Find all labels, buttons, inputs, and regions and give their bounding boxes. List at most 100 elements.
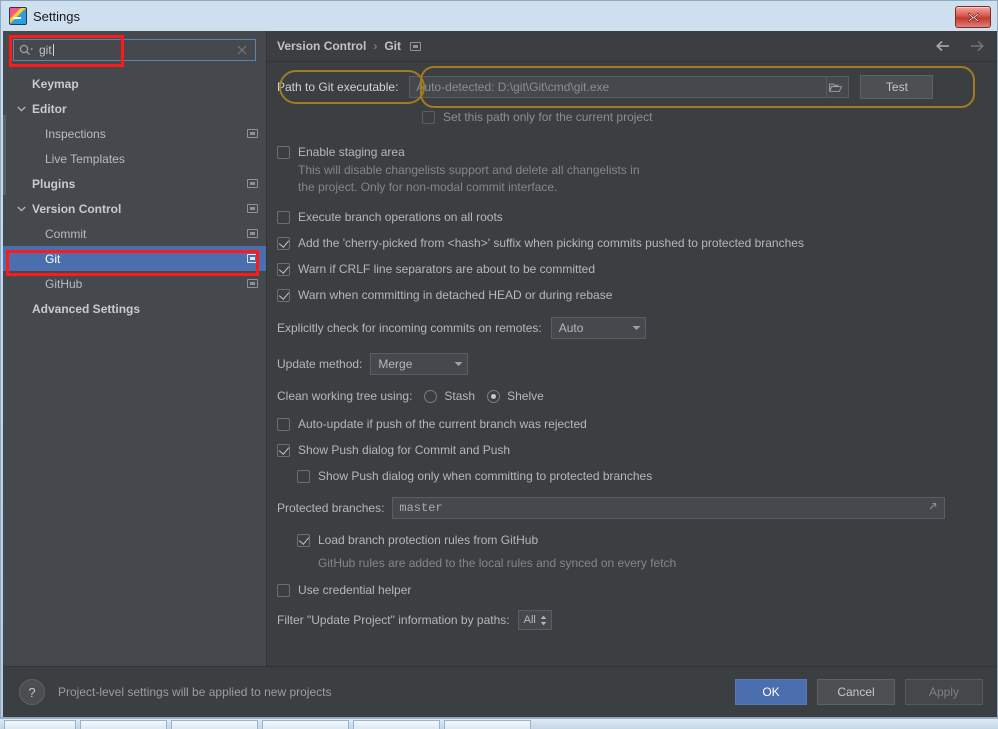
arrow-right-icon[interactable]: [969, 39, 985, 53]
use-credential-helper-checkbox[interactable]: [277, 584, 290, 597]
clean-working-tree-label: Clean working tree using:: [277, 389, 413, 403]
app-icon: [9, 7, 27, 25]
dialog-main: git Keymap Editor Inspections Live Template…: [3, 31, 997, 666]
execute-branch-ops-row: Execute branch operations on all roots: [277, 210, 983, 224]
sidebar-item-version-control[interactable]: Version Control: [3, 196, 266, 221]
update-method-select[interactable]: Merge: [370, 353, 469, 375]
sidebar-item-keymap[interactable]: Keymap: [3, 71, 266, 96]
sidebar-item-label: Keymap: [32, 76, 79, 91]
warn-crlf-checkbox[interactable]: [277, 263, 290, 276]
set-path-only-checkbox[interactable]: [422, 111, 435, 124]
filter-update-project-row: Filter "Update Project" information by p…: [277, 610, 983, 630]
enable-staging-help-line2: the project. Only for non-modal commit i…: [298, 180, 558, 194]
sidebar-item-label: GitHub: [45, 276, 83, 291]
search-container: git: [3, 31, 266, 67]
window-title: Settings: [33, 8, 80, 24]
auto-update-rejected-checkbox[interactable]: [277, 418, 290, 431]
sidebar-item-label: Live Templates: [45, 151, 125, 166]
arrow-left-icon[interactable]: [935, 39, 951, 53]
filter-update-project-select[interactable]: All: [517, 610, 552, 630]
sidebar-scrollbar[interactable]: [3, 115, 6, 195]
warn-detached-head-row: Warn when committing in detached HEAD or…: [277, 288, 983, 302]
path-to-git-placeholder: Auto-detected: D:\git\Git\cmd\git.exe: [416, 80, 610, 94]
warn-detached-head-label: Warn when committing in detached HEAD or…: [298, 288, 613, 302]
chevron-down-icon: [442, 361, 463, 367]
clear-icon[interactable]: [235, 43, 249, 57]
chevron-down-icon[interactable]: [15, 106, 28, 112]
show-push-dialog-protected-label: Show Push dialog only when committing to…: [318, 469, 653, 483]
chevron-down-icon[interactable]: [15, 206, 28, 212]
incoming-commits-select[interactable]: Auto: [550, 317, 646, 339]
load-branch-protection-checkbox[interactable]: [297, 534, 310, 547]
nav-arrows: [935, 39, 985, 53]
sidebar-item-inspections[interactable]: Inspections: [3, 121, 266, 146]
settings-sidebar: git Keymap Editor Inspections Live Template…: [3, 31, 267, 666]
sidebar-item-advanced-settings[interactable]: Advanced Settings: [3, 296, 266, 321]
clean-working-tree-radio-shelve[interactable]: [487, 389, 501, 403]
show-push-dialog-protected-checkbox[interactable]: [297, 470, 310, 483]
show-push-dialog-checkbox[interactable]: [277, 444, 290, 457]
filter-update-project-label: Filter "Update Project" information by p…: [277, 613, 510, 627]
text-caret: [52, 44, 54, 56]
sidebar-item-commit[interactable]: Commit: [3, 221, 266, 246]
enable-staging-label: Enable staging area: [298, 145, 405, 159]
help-button[interactable]: ?: [19, 679, 45, 705]
show-push-dialog-protected-row: Show Push dialog only when committing to…: [297, 469, 983, 483]
sidebar-item-git[interactable]: Git: [3, 246, 266, 271]
search-box[interactable]: git: [13, 39, 256, 61]
sidebar-item-github[interactable]: GitHub: [3, 271, 266, 296]
expand-icon[interactable]: [927, 501, 938, 516]
test-button[interactable]: Test: [860, 75, 934, 99]
load-branch-protection-label: Load branch protection rules from GitHub: [318, 533, 539, 547]
project-scope-icon: [410, 41, 422, 51]
enable-staging-checkbox[interactable]: [277, 146, 290, 159]
project-scope-icon: [247, 254, 258, 263]
protected-branches-input[interactable]: master: [392, 497, 946, 519]
search-input-value: git: [39, 43, 52, 57]
sidebar-item-label: Version Control: [32, 201, 122, 216]
sidebar-item-label: Git: [45, 251, 61, 266]
use-credential-helper-row: Use credential helper: [277, 583, 983, 597]
project-scope-icon: [247, 229, 258, 238]
apply-button[interactable]: Apply: [905, 679, 983, 705]
sidebar-item-plugins[interactable]: Plugins: [3, 171, 266, 196]
warn-detached-head-checkbox[interactable]: [277, 289, 290, 302]
path-to-git-input[interactable]: Auto-detected: D:\git\Git\cmd\git.exe: [409, 76, 850, 98]
protected-branches-row: Protected branches: master: [277, 497, 983, 519]
clean-working-tree-radio-stash[interactable]: [424, 389, 438, 403]
warn-crlf-label: Warn if CRLF line separators are about t…: [298, 262, 596, 276]
warn-crlf-row: Warn if CRLF line separators are about t…: [277, 262, 983, 276]
ok-button[interactable]: OK: [735, 679, 807, 705]
protected-branches-value: master: [399, 501, 443, 515]
taskbar: [0, 718, 998, 729]
spinner-arrows-icon: [540, 615, 547, 626]
enable-staging-row: Enable staging area: [277, 145, 983, 159]
breadcrumb-parent[interactable]: Version Control: [277, 39, 366, 53]
path-to-git-row: Path to Git executable: Auto-detected: D…: [277, 66, 983, 108]
close-button[interactable]: [955, 6, 991, 28]
incoming-commits-value: Auto: [558, 321, 584, 335]
cherry-picked-suffix-label: Add the 'cherry-picked from <hash>' suff…: [298, 236, 804, 250]
search-icon: [19, 44, 33, 56]
show-push-dialog-row: Show Push dialog for Commit and Push: [277, 443, 983, 457]
path-to-git-label: Path to Git executable:: [277, 80, 399, 94]
use-credential-helper-label: Use credential helper: [298, 583, 412, 597]
breadcrumb-current: Git: [384, 39, 402, 53]
sidebar-item-live-templates[interactable]: Live Templates: [3, 146, 266, 171]
execute-branch-ops-checkbox[interactable]: [277, 211, 290, 224]
folder-icon[interactable]: [826, 77, 844, 97]
load-branch-protection-help: GitHub rules are added to the local rule…: [318, 556, 677, 570]
settings-dialog-screenshot: Settings git Keymap Editor Inspections L…: [0, 0, 998, 729]
sidebar-item-label: Plugins: [32, 176, 76, 191]
footer-actions: OK Cancel Apply: [735, 679, 983, 705]
sidebar-item-editor[interactable]: Editor: [3, 96, 266, 121]
breadcrumb-separator: ›: [373, 39, 378, 53]
cherry-picked-suffix-checkbox[interactable]: [277, 237, 290, 250]
incoming-commits-row: Explicitly check for incoming commits on…: [277, 317, 983, 339]
cancel-button[interactable]: Cancel: [817, 679, 895, 705]
update-method-row: Update method: Merge: [277, 353, 983, 375]
sidebar-item-label: Inspections: [45, 126, 106, 141]
dialog-footer: ? Project-level settings will be applied…: [3, 666, 997, 717]
chevron-down-icon: [620, 325, 641, 331]
close-icon: [967, 12, 979, 22]
